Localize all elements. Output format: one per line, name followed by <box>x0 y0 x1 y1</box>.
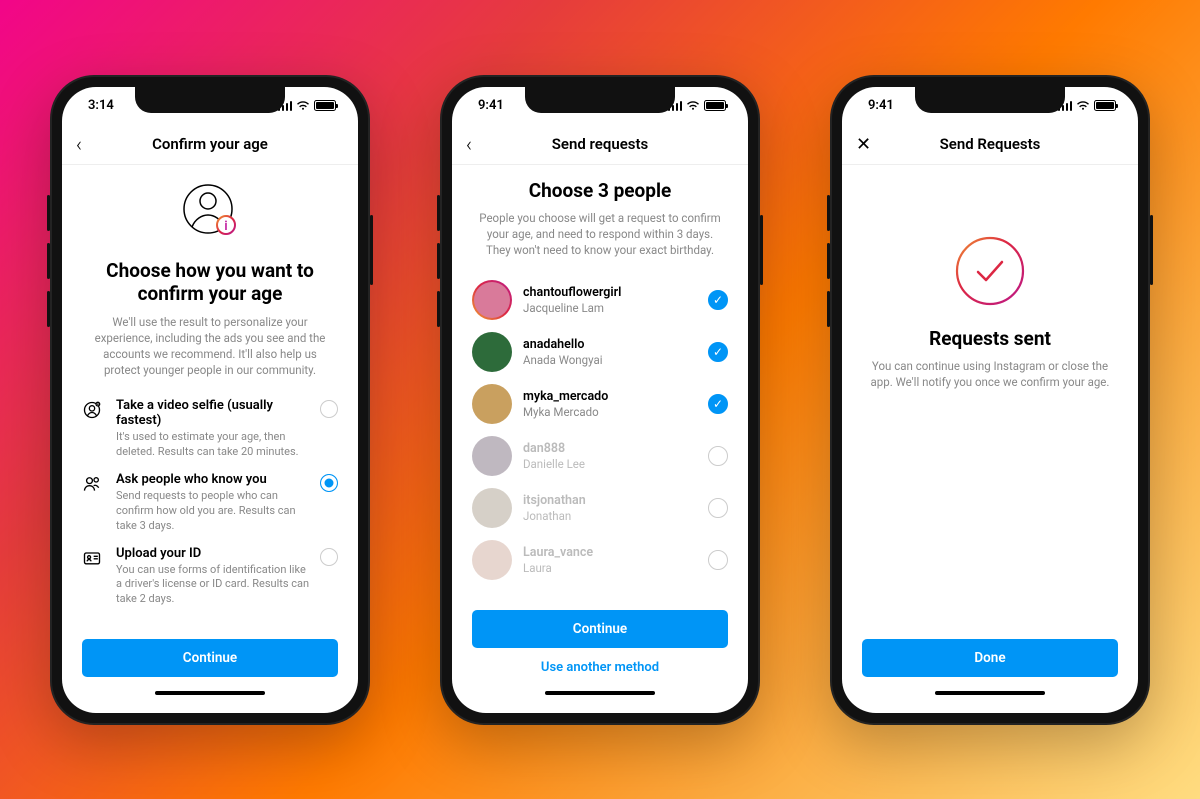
check-off-icon[interactable] <box>708 550 728 570</box>
person-row[interactable]: myka_mercadoMyka Mercado ✓ <box>472 379 728 429</box>
nav-bar: ‹ Confirm your age <box>62 125 358 165</box>
nav-bar: ✕ Send Requests <box>842 125 1138 165</box>
status-time: 9:41 <box>478 98 504 113</box>
nav-title: Send requests <box>552 135 649 153</box>
avatar <box>472 436 512 476</box>
option-title: Ask people who know you <box>116 472 314 487</box>
phone-mockup-3: 9:41 ✕ Send Requests Requests sent You c… <box>830 75 1150 725</box>
person-row[interactable]: Laura_vanceLaura <box>472 535 728 585</box>
person-fullname: Myka Mercado <box>523 405 697 419</box>
hero-title: Choose 3 people <box>472 179 728 203</box>
battery-icon <box>1094 100 1116 111</box>
check-on-icon[interactable]: ✓ <box>708 342 728 362</box>
hero-subtitle: You can continue using Instagram or clos… <box>862 358 1118 390</box>
phone-mockup-2: 9:41 ‹ Send requests Choose 3 people Peo… <box>440 75 760 725</box>
person-username: dan888 <box>523 441 697 456</box>
phone-mockup-1: 3:14 ‹ Confirm your age i Choose how you… <box>50 75 370 725</box>
person-username: Laura_vance <box>523 545 697 560</box>
person-fullname: Danielle Lee <box>523 457 697 471</box>
option-desc: Send requests to people who can confirm … <box>116 489 314 534</box>
person-row[interactable]: dan888Danielle Lee <box>472 431 728 481</box>
person-fullname: Jacqueline Lam <box>523 301 697 315</box>
battery-icon <box>704 100 726 111</box>
person-row[interactable]: anadahelloAnada Wongyai ✓ <box>472 327 728 377</box>
person-fullname: Jonathan <box>523 509 697 523</box>
status-time: 9:41 <box>868 98 894 113</box>
nav-bar: ‹ Send requests <box>452 125 748 165</box>
done-button[interactable]: Done <box>862 639 1118 677</box>
check-on-icon[interactable]: ✓ <box>708 394 728 414</box>
use-another-method-link[interactable]: Use another method <box>472 658 728 677</box>
person-username: anadahello <box>523 337 697 352</box>
radio-unselected[interactable] <box>320 400 338 418</box>
nav-title: Send Requests <box>940 135 1041 153</box>
option-video-selfie[interactable]: Take a video selfie (usually fastest) It… <box>82 398 338 460</box>
check-off-icon[interactable] <box>708 498 728 518</box>
person-username: chantouflowergirl <box>523 285 697 300</box>
wifi-icon <box>1076 101 1090 111</box>
person-fullname: Anada Wongyai <box>523 353 697 367</box>
hero-subtitle: We'll use the result to personalize your… <box>82 314 338 378</box>
radio-unselected[interactable] <box>320 548 338 566</box>
nav-title: Confirm your age <box>152 135 268 153</box>
check-on-icon[interactable]: ✓ <box>708 290 728 310</box>
avatar <box>472 384 512 424</box>
continue-button[interactable]: Continue <box>472 610 728 648</box>
radio-selected[interactable] <box>320 474 338 492</box>
person-username: myka_mercado <box>523 389 697 404</box>
profile-info-icon: i <box>178 179 242 243</box>
home-indicator <box>935 691 1045 695</box>
close-icon[interactable]: ✕ <box>856 134 871 155</box>
option-title: Upload your ID <box>116 546 314 561</box>
check-off-icon[interactable] <box>708 446 728 466</box>
avatar <box>472 332 512 372</box>
option-upload-id[interactable]: Upload your ID You can use forms of iden… <box>82 546 338 608</box>
people-icon <box>82 474 104 498</box>
wifi-icon <box>686 101 700 111</box>
back-icon[interactable]: ‹ <box>466 132 472 156</box>
success-check-icon <box>954 235 1026 307</box>
person-row[interactable]: chantouflowergirlJacqueline Lam ✓ <box>472 275 728 325</box>
continue-button[interactable]: Continue <box>82 639 338 677</box>
option-ask-people[interactable]: Ask people who know you Send requests to… <box>82 472 338 534</box>
wifi-icon <box>296 101 310 111</box>
hero-title: Choose how you want to confirm your age <box>82 259 338 307</box>
status-time: 3:14 <box>88 98 114 113</box>
id-card-icon <box>82 548 104 572</box>
person-fullname: Laura <box>523 561 697 575</box>
hero-subtitle: People you choose will get a request to … <box>472 210 728 258</box>
person-row[interactable]: itsjonathanJonathan <box>472 483 728 533</box>
avatar <box>472 540 512 580</box>
option-title: Take a video selfie (usually fastest) <box>116 398 314 428</box>
selfie-icon <box>82 400 104 424</box>
avatar <box>472 488 512 528</box>
back-icon[interactable]: ‹ <box>76 132 82 156</box>
person-username: itsjonathan <box>523 493 697 508</box>
battery-icon <box>314 100 336 111</box>
home-indicator <box>155 691 265 695</box>
option-desc: You can use forms of identification like… <box>116 563 314 608</box>
option-desc: It's used to estimate your age, then del… <box>116 430 314 460</box>
hero-title: Requests sent <box>929 327 1051 351</box>
avatar <box>472 280 512 320</box>
home-indicator <box>545 691 655 695</box>
svg-text:i: i <box>224 219 227 234</box>
